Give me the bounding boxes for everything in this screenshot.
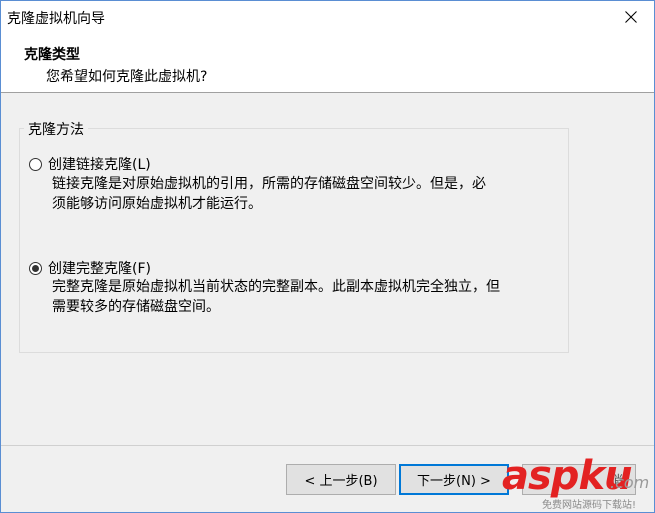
window-title: 克隆虚拟机向导 bbox=[7, 11, 105, 27]
clone-method-legend: 克隆方法 bbox=[24, 119, 88, 139]
full-clone-radio[interactable] bbox=[29, 261, 42, 275]
close-button[interactable] bbox=[608, 1, 654, 33]
clone-vm-wizard-window: 克隆虚拟机向导 克隆类型 您希望如何克隆此虚拟机? 克隆方法 创建链接克隆(L)… bbox=[0, 0, 655, 513]
cancel-button[interactable]: 消 bbox=[522, 464, 636, 495]
footer-divider bbox=[1, 445, 654, 446]
linked-clone-label[interactable]: 创建链接克隆(L) bbox=[48, 154, 151, 174]
linked-clone-option[interactable]: 创建链接克隆(L) bbox=[29, 154, 151, 174]
back-button[interactable]: < 上一步(B) bbox=[286, 464, 396, 495]
linked-clone-radio[interactable] bbox=[29, 157, 42, 171]
header-divider bbox=[1, 92, 654, 93]
linked-clone-description-line: 链接克隆是对原始虚拟机的引用，所需的存储磁盘空间较少。但是，必 bbox=[52, 176, 486, 192]
full-clone-description-line: 需要较多的存储磁盘空间。 bbox=[52, 299, 220, 315]
wizard-header: 克隆类型 您希望如何克隆此虚拟机? bbox=[1, 33, 654, 92]
close-icon bbox=[625, 11, 637, 23]
linked-clone-description: 链接克隆是对原始虚拟机的引用，所需的存储磁盘空间较少。但是，必 须能够访问原始虚… bbox=[52, 174, 542, 214]
linked-clone-description-line: 须能够访问原始虚拟机才能运行。 bbox=[52, 196, 262, 212]
watermark-tagline: 免费网站源码下载站! bbox=[542, 500, 637, 511]
full-clone-label[interactable]: 创建完整克隆(F) bbox=[48, 258, 151, 278]
title-bar[interactable]: 克隆虚拟机向导 bbox=[1, 1, 654, 33]
full-clone-description-line: 完整克隆是原始虚拟机当前状态的完整副本。此副本虚拟机完全独立，但 bbox=[52, 279, 500, 295]
full-clone-description: 完整克隆是原始虚拟机当前状态的完整副本。此副本虚拟机完全独立，但 需要较多的存储… bbox=[52, 277, 542, 317]
next-button[interactable]: 下一步(N) > bbox=[399, 464, 509, 495]
full-clone-option[interactable]: 创建完整克隆(F) bbox=[29, 258, 151, 278]
page-title: 克隆类型 bbox=[24, 47, 80, 63]
page-subtitle: 您希望如何克隆此虚拟机? bbox=[46, 69, 208, 85]
